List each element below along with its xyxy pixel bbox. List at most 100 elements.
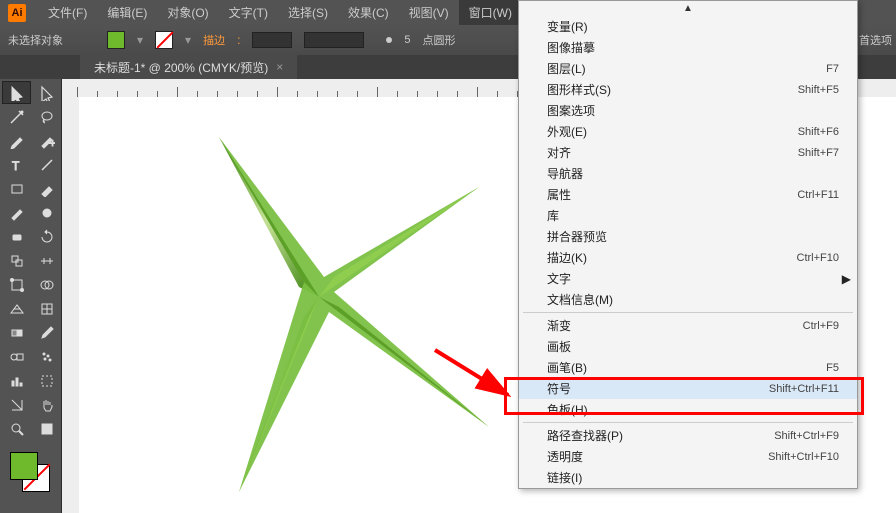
menu-item-label: 导航器 [547, 165, 583, 182]
menu-item-22[interactable]: 透明度Shift+Ctrl+F10 [519, 446, 857, 467]
menu-item-shortcut: F5 [826, 362, 839, 374]
menu-item-shortcut: F7 [826, 63, 839, 75]
menu-item-label: 对齐 [547, 144, 571, 161]
menu-window[interactable]: 窗口(W) [459, 0, 522, 25]
menu-file[interactable]: 文件(F) [38, 0, 97, 25]
tool-lasso[interactable] [32, 105, 61, 128]
tool-shape-builder[interactable] [32, 273, 61, 296]
menu-effect[interactable]: 效果(C) [338, 0, 399, 25]
menu-scroll-up-icon[interactable]: ▲ [519, 1, 857, 16]
tool-add-anchor[interactable]: + [32, 129, 61, 152]
prefs-link[interactable]: 首选项 [859, 32, 892, 48]
stroke-label[interactable]: 描边 [203, 32, 225, 48]
menu-item-15[interactable]: 渐变Ctrl+F9 [519, 315, 857, 336]
opacity-dot-icon [386, 37, 392, 43]
menu-item-shortcut: Shift+F7 [798, 147, 839, 159]
tool-slice[interactable] [2, 393, 31, 416]
menu-item-17[interactable]: 画笔(B)F5 [519, 357, 857, 378]
app-icon: Ai [8, 4, 26, 22]
tool-selection[interactable] [2, 81, 31, 104]
tool-line[interactable] [32, 153, 61, 176]
menu-item-0[interactable]: 变量(R) [519, 16, 857, 37]
menu-type[interactable]: 文字(T) [219, 0, 278, 25]
close-icon[interactable]: × [276, 60, 283, 74]
menu-object[interactable]: 对象(O) [157, 0, 218, 25]
tool-scale[interactable] [2, 249, 31, 272]
tool-pen[interactable] [2, 129, 31, 152]
menu-item-1[interactable]: 图像描摹 [519, 37, 857, 58]
menu-item-6[interactable]: 对齐 Shift+F7 [519, 142, 857, 163]
tool-graph[interactable] [2, 369, 31, 392]
menu-item-2[interactable]: 图层(L)F7 [519, 58, 857, 79]
menu-item-19[interactable]: 色板(H) [519, 399, 857, 420]
menu-item-3[interactable]: 图形样式(S) Shift+F5 [519, 79, 857, 100]
menu-item-12[interactable]: 文字▶ [519, 268, 857, 289]
tool-blend[interactable] [2, 345, 31, 368]
menu-item-label: 拼合器预览 [547, 228, 607, 245]
menu-item-shortcut: Ctrl+F10 [797, 252, 840, 264]
opacity-unit: 点圆形 [423, 32, 456, 48]
menu-item-shortcut: Shift+F5 [798, 84, 839, 96]
tool-zoom[interactable] [2, 417, 31, 440]
tool-eyedropper[interactable] [32, 321, 61, 344]
menu-item-18[interactable]: 符号Shift+Ctrl+F11 [519, 378, 857, 399]
tool-width[interactable] [32, 249, 61, 272]
menu-item-label: 库 [547, 207, 559, 224]
tool-mesh[interactable] [32, 297, 61, 320]
menu-item-label: 描边(K) [547, 249, 587, 266]
tool-magic-wand[interactable] [2, 105, 31, 128]
menu-item-16[interactable]: 画板 [519, 336, 857, 357]
fill-swatch[interactable] [107, 31, 125, 49]
menu-item-11[interactable]: 描边(K) Ctrl+F10 [519, 247, 857, 268]
tool-rotate[interactable] [32, 225, 61, 248]
tool-blob-brush[interactable] [32, 201, 61, 224]
stroke-swatch[interactable] [155, 31, 173, 49]
tool-pencil[interactable] [2, 201, 31, 224]
window-menu-dropdown: ▲ 变量(R)图像描摹图层(L)F7图形样式(S)Shift+F5图案选项外观(… [518, 0, 858, 489]
tool-fill-tool[interactable] [32, 417, 61, 440]
menu-item-shortcut: Shift+Ctrl+F9 [774, 430, 839, 442]
tool-free-transform[interactable] [2, 273, 31, 296]
fill-stroke-control[interactable] [0, 448, 62, 492]
tool-hand[interactable] [32, 393, 61, 416]
menu-item-label: 外观(E) [547, 123, 587, 140]
menu-item-label: 链接(I) [547, 469, 582, 486]
menu-item-shortcut: Ctrl+F11 [797, 189, 839, 201]
menu-item-label: 符号 [547, 380, 571, 397]
tool-type[interactable]: T [2, 153, 31, 176]
menu-item-21[interactable]: 路径查找器(P) Shift+Ctrl+F9 [519, 425, 857, 446]
menu-edit[interactable]: 编辑(E) [97, 0, 157, 25]
tool-perspective[interactable] [2, 297, 31, 320]
fill-color-icon[interactable] [10, 452, 38, 480]
menu-item-7[interactable]: 导航器 [519, 163, 857, 184]
menu-view[interactable]: 视图(V) [399, 0, 459, 25]
opacity-value: 5 [404, 34, 410, 46]
menu-select[interactable]: 选择(S) [278, 0, 338, 25]
menu-item-label: 文字 [547, 270, 571, 287]
menu-item-13[interactable]: 文档信息(M) [519, 289, 857, 310]
menu-item-label: 透明度 [547, 448, 583, 465]
brush-select[interactable] [304, 32, 364, 48]
tool-rectangle[interactable] [2, 177, 31, 200]
stroke-weight-input[interactable] [252, 32, 292, 48]
menu-item-9[interactable]: 库 [519, 205, 857, 226]
menu-item-5[interactable]: 外观(E) Shift+F6 [519, 121, 857, 142]
menu-item-label: 色板(H) [547, 401, 588, 418]
tool-eraser[interactable] [2, 225, 31, 248]
tool-symbol-sprayer[interactable] [32, 345, 61, 368]
menu-item-4[interactable]: 图案选项 [519, 100, 857, 121]
menu-item-10[interactable]: 拼合器预览 [519, 226, 857, 247]
menu-item-label: 变量(R) [547, 18, 588, 35]
menu-item-label: 路径查找器(P) [547, 427, 623, 444]
tool-gradient[interactable] [2, 321, 31, 344]
tool-direct-selection[interactable] [32, 81, 61, 104]
tool-paintbrush[interactable] [32, 177, 61, 200]
menu-item-23[interactable]: 链接(I) [519, 467, 857, 488]
document-tab[interactable]: 未标题-1* @ 200% (CMYK/预览) × [80, 55, 297, 80]
menu-item-label: 图形样式(S) [547, 81, 611, 98]
menu-item-label: 文档信息(M) [547, 291, 613, 308]
menu-item-8[interactable]: 属性Ctrl+F11 [519, 184, 857, 205]
tool-artboard[interactable] [32, 369, 61, 392]
artwork-star [129, 97, 509, 497]
menu-item-shortcut: Shift+F6 [798, 126, 839, 138]
